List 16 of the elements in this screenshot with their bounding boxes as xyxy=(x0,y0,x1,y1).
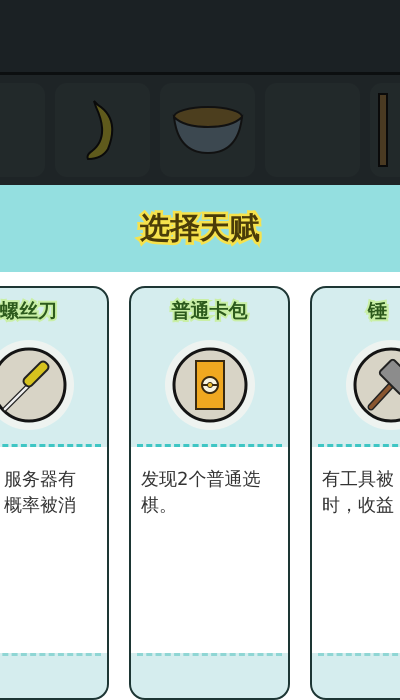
card-title: 普通卡包 xyxy=(170,299,248,324)
screwdriver-icon xyxy=(0,347,66,423)
card-title: 锤 xyxy=(366,299,388,324)
stick-icon xyxy=(376,92,388,168)
bowl-icon xyxy=(172,105,244,155)
talent-card[interactable]: 螺丝刀 服务器有概率被消 xyxy=(0,286,109,700)
card-title: 螺丝刀 xyxy=(0,299,58,324)
inventory-slot[interactable] xyxy=(55,83,150,177)
card-pack-icon xyxy=(172,347,248,423)
card-description: 发现2个普通选棋。 xyxy=(141,468,262,518)
dialog-title: 选择天赋 xyxy=(140,210,260,248)
talent-card[interactable]: 锤 有工具被时，收益 xyxy=(310,286,400,700)
card-description: 有工具被时，收益 xyxy=(322,468,395,518)
talent-card[interactable]: 普通卡包 发现2个普通选棋。 xyxy=(129,286,290,700)
card-description: 服务器有概率被消 xyxy=(4,468,77,518)
inventory-slot[interactable] xyxy=(160,83,255,177)
